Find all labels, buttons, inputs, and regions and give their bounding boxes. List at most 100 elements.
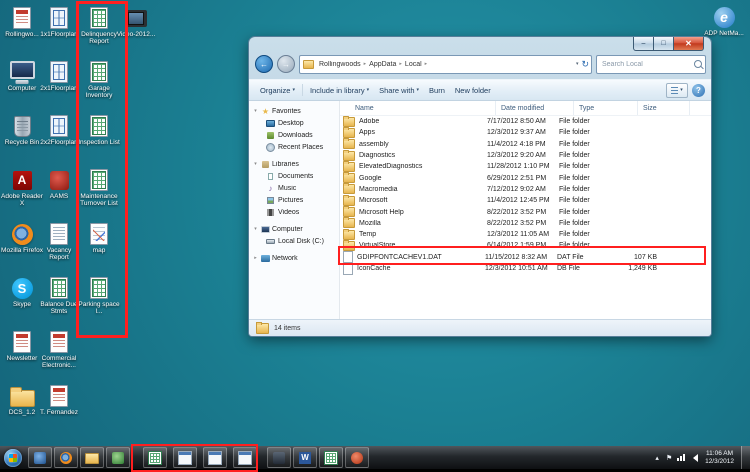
file-row-elevateddiagnostics[interactable]: ElevatedDiagnostics 11/28/2012 1:10 PM Fil… [340, 160, 711, 172]
show-desktop-button[interactable] [741, 446, 750, 469]
desktop-icon-vacancy-report[interactable]: Vacancy Report [38, 222, 80, 276]
file-row-virtualstore[interactable]: VirtualStore 6/14/2012 1:59 PM File folder [340, 239, 711, 251]
toolbar-include-in-library-button[interactable]: Include in library ▾ [305, 84, 374, 97]
file-row-diagnostics[interactable]: Diagnostics 12/3/2012 9:20 AM File folder [340, 149, 711, 161]
file-row-google[interactable]: Google 6/29/2012 2:51 PM File folder [340, 172, 711, 184]
maximize-button[interactable]: □ [654, 37, 673, 51]
nav-item-music[interactable]: Music [249, 182, 339, 194]
nav-item-favorites[interactable]: ▾ Favorites [249, 105, 339, 117]
word-taskbar-button[interactable] [293, 447, 317, 468]
file-date-modified: 11/15/2012 8:32 AM [485, 253, 548, 261]
desktop-icon-rollingwo[interactable]: Rollingwo... [1, 6, 43, 60]
breadcrumb-item-rollingwoods[interactable]: Rollingwoods [317, 61, 363, 68]
desktop-icon-inspection-list[interactable]: Inspection List [78, 114, 120, 168]
column-header-type[interactable]: Type [574, 101, 638, 115]
column-header-name[interactable]: Name [340, 101, 496, 115]
hidden-icons-icon[interactable]: ▴ [652, 452, 662, 464]
desktop-icon-garage-inventory[interactable]: Garage Inventory [78, 60, 120, 114]
file-row-microsoft-help[interactable]: Microsoft Help 8/22/2012 3:52 PM File fold… [340, 206, 711, 218]
search-box[interactable] [596, 54, 706, 74]
column-header-date-modified[interactable]: Date modified [496, 101, 574, 115]
app-blue-taskbar-button[interactable] [28, 447, 52, 468]
desktop-icon-skype[interactable]: Skype [1, 276, 43, 330]
app-window-taskbar-button[interactable] [173, 447, 197, 468]
desktop-icon-delinquency-report[interactable]: Delinquency Report [78, 6, 120, 60]
app-red-taskbar-button[interactable] [345, 447, 369, 468]
desktop-icon-newsletter[interactable]: Newsletter [1, 330, 43, 384]
nav-item-local-disk-c[interactable]: Local Disk (C:) [249, 235, 339, 247]
volume-icon[interactable] [688, 452, 698, 464]
desktop-icon-commercial-electronic[interactable]: Commercial Electronic... [38, 330, 80, 384]
excel-taskbar-button[interactable] [319, 447, 343, 468]
file-name: IconCache [357, 265, 391, 272]
nav-item-downloads[interactable]: Downloads [249, 129, 339, 141]
action-center-icon[interactable]: ⚑ [664, 452, 674, 464]
toolbar-organize-button[interactable]: Organize ▾ [255, 84, 300, 97]
nav-item-videos[interactable]: Videos [249, 206, 339, 218]
forward-button[interactable]: → [277, 55, 295, 73]
explorer-taskbar-button[interactable] [80, 447, 104, 468]
minimize-button[interactable]: – [633, 37, 654, 51]
expand-icon[interactable]: ▸ [252, 255, 259, 261]
icon-box [13, 6, 31, 30]
close-button[interactable]: ✕ [673, 37, 704, 51]
collapse-icon[interactable]: ▾ [252, 161, 259, 167]
desktop-icon-2x1floorplan[interactable]: 2x1Floorplan [38, 60, 80, 114]
taskbar-clock[interactable]: 11:06 AM 12/3/2012 [701, 450, 738, 465]
file-row-apps[interactable]: Apps 12/3/2012 9:37 AM File folder [340, 126, 711, 138]
desktop-icon-recycle-bin[interactable]: Recycle Bin [1, 114, 43, 168]
file-row-iconcache[interactable]: IconCache 12/3/2012 10:51 AM DB File 1,249 … [340, 262, 711, 275]
start-button[interactable] [4, 448, 22, 467]
desktop-icon-aams[interactable]: AAMS [38, 168, 80, 222]
nav-item-pictures[interactable]: Pictures [249, 194, 339, 206]
address-dropdown-icon[interactable]: ▾ [576, 61, 579, 67]
address-bar[interactable]: Rollingwoods ▸ AppData ▸ Local ▸ ▾ ↻ [299, 54, 592, 74]
change-view-button[interactable]: ▾ [666, 82, 688, 98]
breadcrumb-item-local[interactable]: Local [403, 61, 424, 68]
file-row-mozilla[interactable]: Mozilla 8/22/2012 3:52 PM File folder [340, 217, 711, 229]
network-icon[interactable] [676, 452, 686, 464]
search-input[interactable] [600, 59, 694, 69]
collapse-icon[interactable]: ▾ [252, 226, 259, 232]
toolbar-share-with-button[interactable]: Share with ▾ [374, 84, 424, 97]
nav-item-computer[interactable]: ▾ Computer [249, 223, 339, 235]
status-bar: 14 items [249, 319, 711, 336]
desktop-icon-maintenance-turnover-list[interactable]: Maintenance Turnover List [78, 168, 120, 222]
file-row-temp[interactable]: Temp 12/3/2012 11:05 AM File folder [340, 228, 711, 240]
column-header-size[interactable]: Size [638, 101, 690, 115]
app-window-taskbar-button[interactable] [233, 447, 257, 468]
desktop-icon-2x2floorplan[interactable]: 2x2Floorplan [38, 114, 80, 168]
app-green-taskbar-button[interactable] [106, 447, 130, 468]
desktop-icon-map[interactable]: map [78, 222, 120, 276]
file-row-assembly[interactable]: assembly 11/4/2012 4:18 PM File folder [340, 138, 711, 150]
desktop-icon-t-fernandez[interactable]: T. Fernandez [38, 384, 80, 438]
file-row-microsoft[interactable]: Microsoft 11/4/2012 12:45 PM File folder [340, 194, 711, 206]
desktop-icon-balance-due-stmts[interactable]: Balance Due Stmts [38, 276, 80, 330]
desktop-icon-computer[interactable]: Computer [1, 60, 43, 114]
nav-item-desktop[interactable]: Desktop [249, 117, 339, 129]
nav-item-recent-places[interactable]: Recent Places [249, 141, 339, 153]
toolbar-new-folder-button[interactable]: New folder [450, 84, 496, 97]
collapse-icon[interactable]: ▾ [252, 108, 259, 114]
firefox-taskbar-button[interactable] [54, 447, 78, 468]
file-row-gdipfontcachev1-dat[interactable]: GDIPFONTCACHEV1.DAT 11/15/2012 8:32 AM DAT… [340, 251, 711, 264]
desktop-icon-mozilla-firefox[interactable]: Mozilla Firefox [1, 222, 43, 276]
excel-taskbar-button[interactable] [143, 447, 167, 468]
nav-item-network[interactable]: ▸ Network [249, 252, 339, 264]
app-window-taskbar-button[interactable] [203, 447, 227, 468]
file-row-macromedia[interactable]: Macromedia 7/12/2012 9:02 AM File folder [340, 183, 711, 195]
back-button[interactable]: ← [255, 55, 273, 73]
help-button[interactable]: ? [692, 83, 705, 97]
desktop-icon-adobe-reader-x[interactable]: Adobe Reader X [1, 168, 43, 222]
breadcrumb-item-appdata[interactable]: AppData [367, 61, 398, 68]
nav-item-documents[interactable]: Documents [249, 170, 339, 182]
desktop-icon-1x1floorplan[interactable]: 1x1Floorplan [38, 6, 80, 60]
desktop-icon-video-2012[interactable]: Video-2012... [115, 6, 157, 60]
desktop-icon-dcs-1-2[interactable]: DCS_1.2 [1, 384, 43, 438]
app-dark-taskbar-button[interactable] [267, 447, 291, 468]
nav-item-libraries[interactable]: ▾ Libraries [249, 158, 339, 170]
refresh-icon[interactable]: ↻ [581, 59, 589, 70]
toolbar-burn-button[interactable]: Burn [424, 84, 450, 97]
file-row-adobe[interactable]: Adobe 7/17/2012 8:50 AM File folder [340, 115, 711, 127]
desktop-icon-parking-space-l[interactable]: Parking space l... [78, 276, 120, 330]
